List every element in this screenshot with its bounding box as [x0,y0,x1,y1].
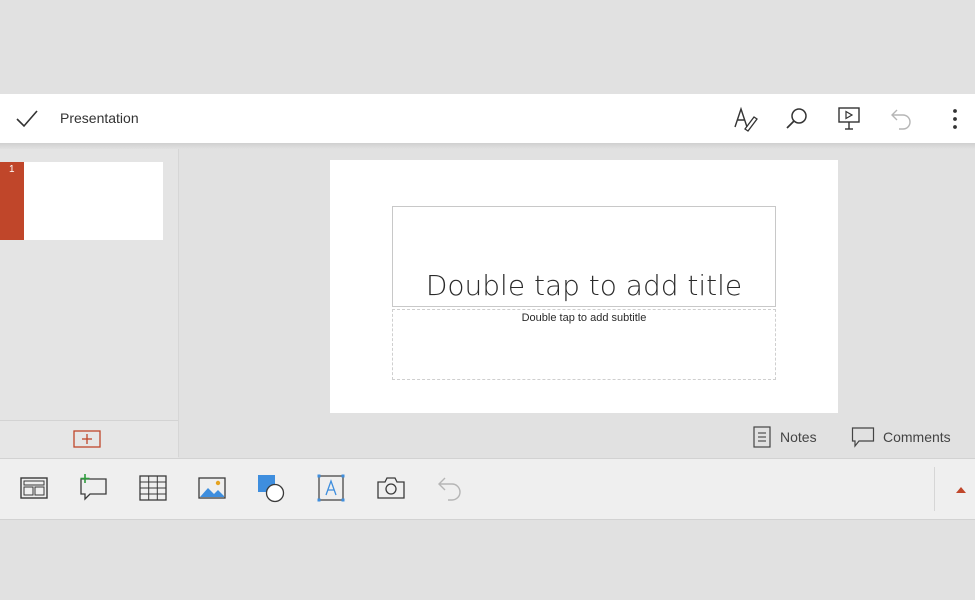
picture-icon[interactable] [197,473,227,503]
insert-toolbar [0,458,975,520]
present-icon[interactable] [836,105,862,133]
top-bar: Presentation [0,94,975,143]
notes-label: Notes [780,429,817,445]
undo-icon[interactable] [889,105,915,133]
notes-icon [753,426,771,448]
slide-number: 1 [9,164,15,175]
subtitle-placeholder-text: Double tap to add subtitle [521,312,647,324]
textbox-icon[interactable] [316,473,346,503]
add-slide-icon[interactable] [73,430,101,448]
comments-button[interactable]: Comments [851,425,951,449]
table-icon[interactable] [138,473,168,503]
shapes-icon[interactable] [256,473,286,503]
toolbar-divider [934,467,935,511]
more-vertical-icon[interactable] [942,105,968,133]
notes-button[interactable]: Notes [752,425,817,449]
slide-canvas[interactable]: Double tap to add title Double tap to ad… [330,160,838,413]
search-icon[interactable] [784,105,810,133]
document-title[interactable]: Presentation [60,110,139,126]
expand-toolbar-icon[interactable] [955,485,967,495]
checkmark-icon[interactable] [14,106,40,132]
slides-panel: 1 [0,149,179,458]
draw-pen-icon[interactable] [732,105,758,133]
new-comment-icon[interactable] [78,473,108,503]
slide-thumbnail[interactable]: 1 [0,162,163,240]
camera-icon[interactable] [376,473,406,503]
title-placeholder[interactable]: Double tap to add title [392,206,776,307]
title-placeholder-text: Double tap to add title [425,269,743,302]
subtitle-placeholder[interactable]: Double tap to add subtitle [392,309,776,380]
slides-panel-footer [0,420,178,458]
comments-label: Comments [883,429,951,445]
undo-icon[interactable] [436,473,466,503]
comment-icon [851,427,875,448]
layout-icon[interactable] [19,473,49,503]
